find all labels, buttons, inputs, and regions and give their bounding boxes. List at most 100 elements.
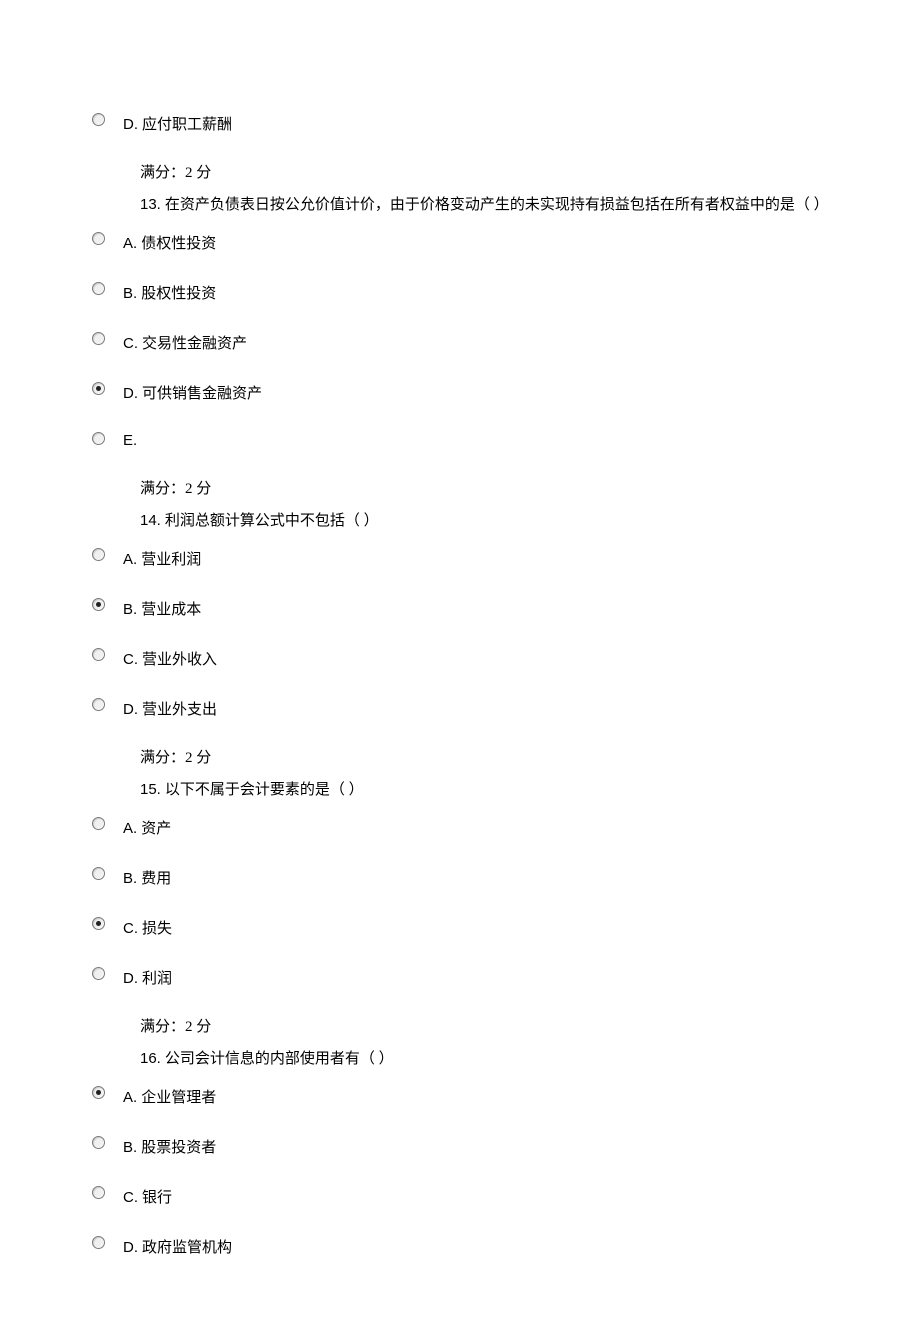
option-letter: C. — [123, 651, 138, 668]
option-text: D.应付职工薪酬 — [123, 113, 232, 134]
radio-button[interactable] — [92, 232, 105, 245]
option-body: 股权性投资 — [141, 286, 216, 302]
option-body: 营业成本 — [141, 602, 201, 618]
option-letter: B. — [123, 870, 137, 887]
option-letter: D. — [123, 1239, 138, 1256]
option-row: D.政府监管机构 — [92, 1233, 858, 1257]
option-row: B.股票投资者 — [92, 1133, 858, 1157]
option-letter: A. — [123, 1089, 137, 1106]
option-body: 企业管理者 — [141, 1090, 216, 1106]
option-row: C.损失 — [92, 914, 858, 938]
option-letter: E. — [123, 432, 137, 449]
option-body: 营业外收入 — [142, 652, 217, 668]
score-label: 满分：2 分 — [140, 1014, 858, 1041]
option-text: D.政府监管机构 — [123, 1236, 232, 1257]
option-text: A.资产 — [123, 817, 171, 838]
option-row: E. — [92, 429, 858, 450]
question-text: 16.公司会计信息的内部使用者有（ ） — [140, 1045, 858, 1073]
option-letter: A. — [123, 235, 137, 252]
radio-button[interactable] — [92, 1236, 105, 1249]
radio-button[interactable] — [92, 817, 105, 830]
radio-button[interactable] — [92, 113, 105, 126]
option-letter: D. — [123, 116, 138, 133]
radio-button[interactable] — [92, 967, 105, 980]
option-body: 损失 — [142, 921, 172, 937]
question-text: 13.在资产负债表日按公允价值计价，由于价格变动产生的未实现持有损益包括在所有者… — [140, 191, 858, 219]
option-text: E. — [123, 432, 141, 450]
option-body: 费用 — [141, 871, 171, 887]
score-label: 满分：2 分 — [140, 476, 858, 503]
option-body: 营业外支出 — [142, 702, 217, 718]
radio-button[interactable] — [92, 282, 105, 295]
option-body: 利润 — [142, 971, 172, 987]
question-text: 14.利润总额计算公式中不包括（ ） — [140, 507, 858, 535]
option-text: D.可供销售金融资产 — [123, 382, 262, 403]
question-meta: 满分：2 分 16.公司会计信息的内部使用者有（ ） — [140, 1014, 858, 1073]
option-text: B.费用 — [123, 867, 171, 888]
option-text: D.营业外支出 — [123, 698, 217, 719]
radio-button[interactable] — [92, 382, 105, 395]
option-row: D.可供销售金融资产 — [92, 379, 858, 403]
option-body: 股票投资者 — [141, 1140, 216, 1156]
option-letter: D. — [123, 385, 138, 402]
question-body: 利润总额计算公式中不包括（ ） — [165, 513, 379, 529]
score-label: 满分：2 分 — [140, 160, 858, 187]
option-letter: C. — [123, 1189, 138, 1206]
option-letter: B. — [123, 601, 137, 618]
question-text: 15.以下不属于会计要素的是（ ） — [140, 776, 858, 804]
radio-button[interactable] — [92, 1186, 105, 1199]
radio-button[interactable] — [92, 648, 105, 661]
option-row: B.股权性投资 — [92, 279, 858, 303]
option-letter: A. — [123, 820, 137, 837]
option-text: C.交易性金融资产 — [123, 332, 247, 353]
option-letter: B. — [123, 1139, 137, 1156]
option-letter: A. — [123, 551, 137, 568]
option-row: C.交易性金融资产 — [92, 329, 858, 353]
question-number: 14. — [140, 512, 161, 529]
option-row: D.营业外支出 — [92, 695, 858, 719]
radio-button[interactable] — [92, 1086, 105, 1099]
question-number: 13. — [140, 196, 161, 213]
option-row: C.银行 — [92, 1183, 858, 1207]
radio-button[interactable] — [92, 867, 105, 880]
option-row: B.营业成本 — [92, 595, 858, 619]
option-letter: C. — [123, 335, 138, 352]
option-text: D.利润 — [123, 967, 172, 988]
radio-button[interactable] — [92, 1136, 105, 1149]
option-body: 银行 — [142, 1190, 172, 1206]
option-body: 政府监管机构 — [142, 1240, 232, 1256]
option-letter: D. — [123, 970, 138, 987]
question-number: 16. — [140, 1050, 161, 1067]
option-letter: B. — [123, 285, 137, 302]
option-body: 应付职工薪酬 — [142, 117, 232, 133]
question-body: 公司会计信息的内部使用者有（ ） — [165, 1051, 394, 1067]
radio-button[interactable] — [92, 432, 105, 445]
option-text: C.银行 — [123, 1186, 172, 1207]
option-text: B.股权性投资 — [123, 282, 216, 303]
option-row: D.应付职工薪酬 — [92, 110, 858, 134]
option-body: 资产 — [141, 821, 171, 837]
option-text: C.营业外收入 — [123, 648, 217, 669]
option-row: B.费用 — [92, 864, 858, 888]
option-row: C.营业外收入 — [92, 645, 858, 669]
radio-button[interactable] — [92, 332, 105, 345]
question-body: 以下不属于会计要素的是（ ） — [165, 782, 364, 798]
radio-button[interactable] — [92, 548, 105, 561]
option-row: A.资产 — [92, 814, 858, 838]
radio-button[interactable] — [92, 917, 105, 930]
option-text: A.企业管理者 — [123, 1086, 216, 1107]
option-row: A.营业利润 — [92, 545, 858, 569]
question-meta: 满分：2 分 15.以下不属于会计要素的是（ ） — [140, 745, 858, 804]
option-text: A.营业利润 — [123, 548, 201, 569]
radio-button[interactable] — [92, 598, 105, 611]
score-label: 满分：2 分 — [140, 745, 858, 772]
radio-button[interactable] — [92, 698, 105, 711]
option-row: A.债权性投资 — [92, 229, 858, 253]
question-number: 15. — [140, 781, 161, 798]
option-row: D.利润 — [92, 964, 858, 988]
option-body: 营业利润 — [141, 552, 201, 568]
option-row: A.企业管理者 — [92, 1083, 858, 1107]
option-letter: D. — [123, 701, 138, 718]
option-body: 可供销售金融资产 — [142, 386, 262, 402]
option-text: B.营业成本 — [123, 598, 201, 619]
